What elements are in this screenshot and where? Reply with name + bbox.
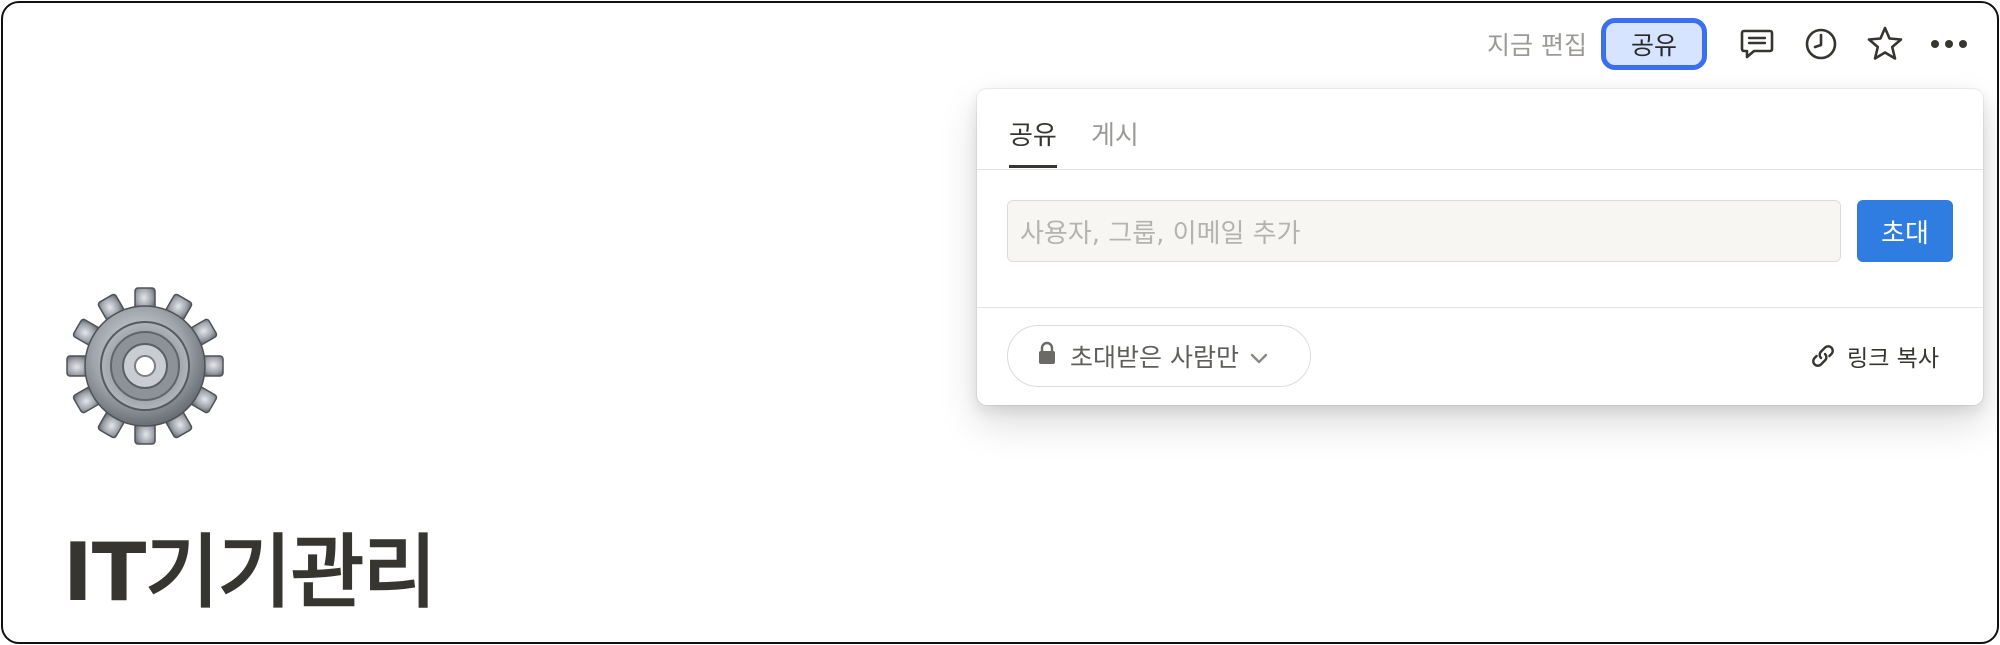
- page-topbar: 지금 편집 공유: [1487, 13, 1977, 75]
- invite-input[interactable]: 사용자, 그룹, 이메일 추가: [1007, 200, 1841, 262]
- invite-button[interactable]: 초대: [1857, 200, 1953, 262]
- page-title[interactable]: IT기기관리: [63, 533, 437, 613]
- app-window: 지금 편집 공유 공유 게시 사용자, 그룹, 이메일 추가 초대 초대받은 사…: [1, 1, 1999, 644]
- access-level-label: 초대받은 사람만: [1070, 343, 1239, 372]
- link-icon: [1812, 345, 1834, 367]
- active-tab-indicator: [1009, 165, 1057, 168]
- comment-icon[interactable]: [1729, 16, 1785, 72]
- more-icon[interactable]: [1921, 16, 1977, 72]
- star-icon[interactable]: [1857, 16, 1913, 72]
- access-level-dropdown[interactable]: 초대받은 사람만: [1007, 325, 1311, 387]
- chevron-down-icon: [1249, 342, 1269, 371]
- tab-publish[interactable]: 게시: [1091, 115, 1139, 152]
- last-edited-label: 지금 편집: [1487, 31, 1587, 60]
- gear-icon[interactable]: [65, 286, 225, 446]
- lock-icon: [1038, 341, 1056, 371]
- share-popover: 공유 게시 사용자, 그룹, 이메일 추가 초대 초대받은 사람만 링크 복사: [977, 89, 1983, 405]
- divider: [977, 307, 1983, 308]
- copy-link-label: 링크 복사: [1847, 346, 1939, 372]
- copy-link-button[interactable]: 링크 복사: [1809, 325, 1939, 387]
- share-button[interactable]: 공유: [1601, 18, 1707, 70]
- clock-icon[interactable]: [1793, 16, 1849, 72]
- share-tabs: 공유 게시: [977, 89, 1983, 170]
- tab-share[interactable]: 공유: [1009, 115, 1057, 152]
